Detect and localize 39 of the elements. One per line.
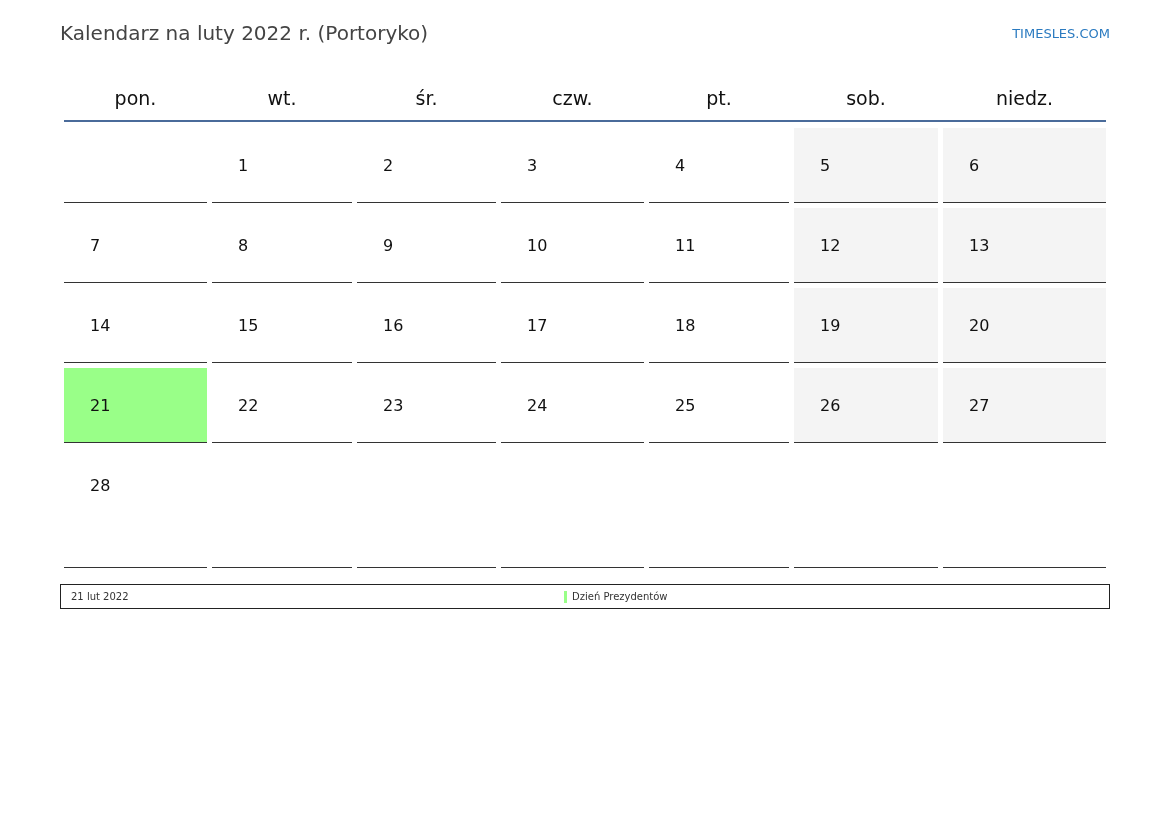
weekend-day-cell: 5 (794, 128, 938, 203)
day-cell: 25 (649, 368, 789, 443)
weekend-day-cell: 12 (794, 208, 938, 283)
day-cell: 11 (649, 208, 789, 283)
site-link[interactable]: TIMESLES.COM (1012, 25, 1110, 41)
day-cell: 16 (357, 288, 496, 363)
day-cell: 22 (212, 368, 352, 443)
calendar-title: Kalendarz na luty 2022 r. (Portoryko) (60, 21, 429, 45)
day-cell: 15 (212, 288, 352, 363)
day-cell: 17 (501, 288, 644, 363)
weekend-day-cell: 26 (794, 368, 938, 443)
day-cell: 1 (212, 128, 352, 203)
weekday-header: wt. (266, 86, 298, 111)
day-cell: 3 (501, 128, 644, 203)
holiday-day-cell: 21 (64, 368, 207, 443)
day-cell: 23 (357, 368, 496, 443)
weekday-header: pon. (113, 86, 158, 111)
holiday-name: Dzień Prezydentów (572, 591, 668, 602)
weekday-header: śr. (414, 86, 439, 111)
day-cell: 28 (64, 448, 207, 568)
weekday-header: niedz. (994, 86, 1055, 111)
weekend-day-cell: 13 (943, 208, 1106, 283)
weekend-day-cell: 6 (943, 128, 1106, 203)
day-cell: 2 (357, 128, 496, 203)
holiday-date: 21 lut 2022 (71, 591, 130, 602)
day-cell: 4 (649, 128, 789, 203)
day-cell: 24 (501, 368, 644, 443)
day-cell: 18 (649, 288, 789, 363)
weekend-day-cell: 19 (794, 288, 938, 363)
weekday-header: pt. (705, 86, 733, 111)
weekend-day-cell: 27 (943, 368, 1106, 443)
day-cell: 10 (501, 208, 644, 283)
weekday-header: sob. (845, 86, 887, 111)
day-cell: 7 (64, 208, 207, 283)
weekday-header: czw. (551, 86, 594, 111)
day-cell: 9 (357, 208, 496, 283)
day-cell: 14 (64, 288, 207, 363)
day-cell: 8 (212, 208, 352, 283)
weekend-day-cell: 20 (943, 288, 1106, 363)
